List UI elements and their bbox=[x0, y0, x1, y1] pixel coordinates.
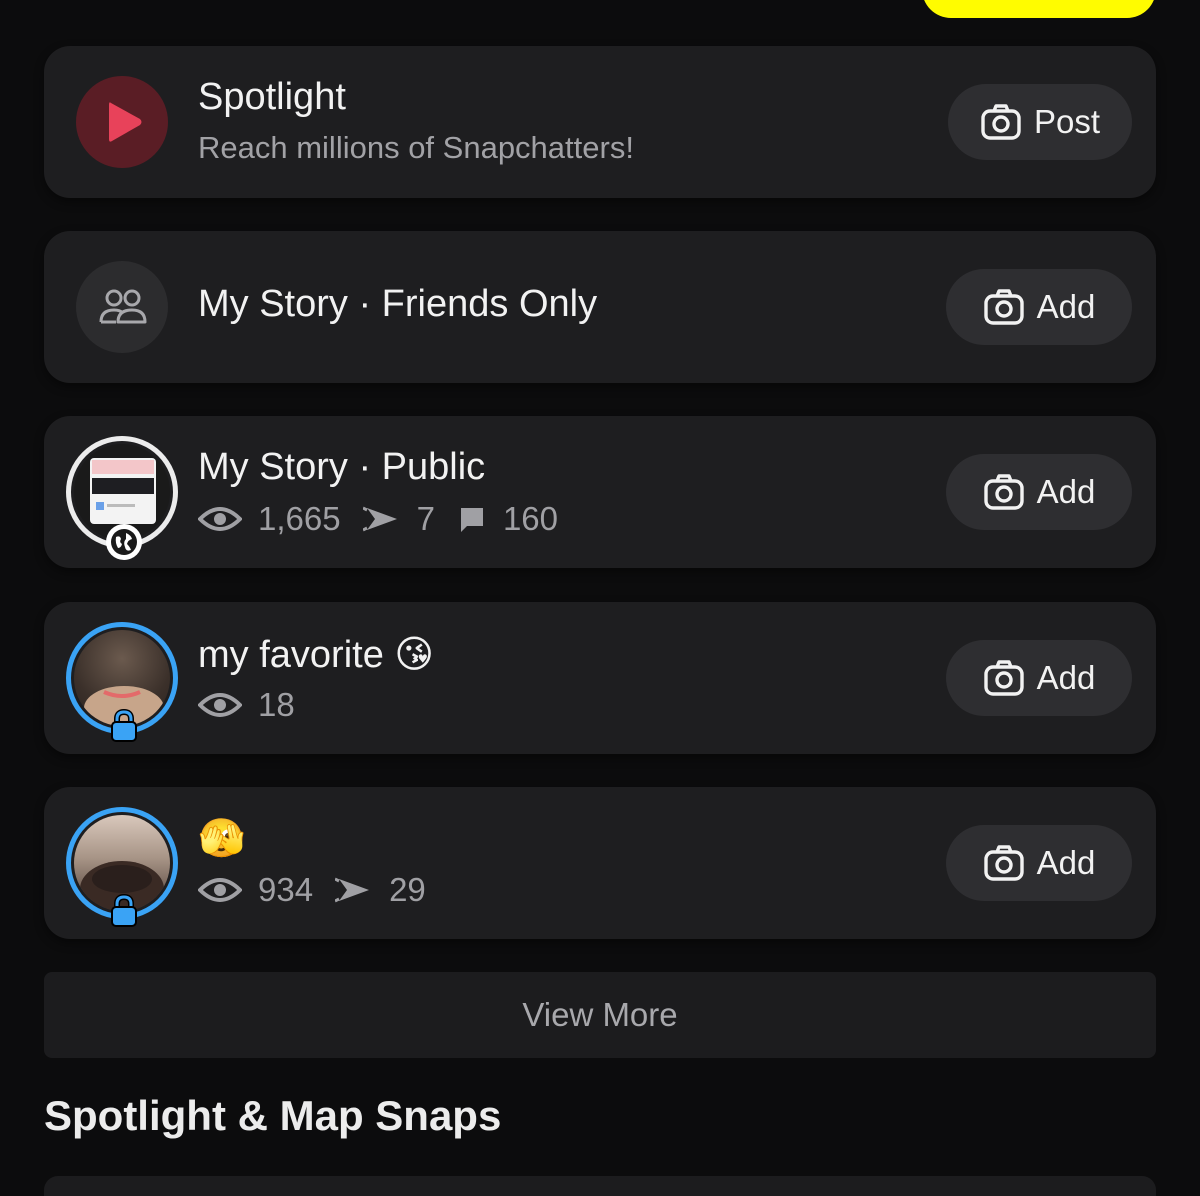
story-title: My Story · Friends Only bbox=[198, 283, 598, 325]
screenshot-count: 29 bbox=[389, 871, 426, 908]
add-button[interactable]: Add bbox=[946, 825, 1132, 901]
screenshot-icon bbox=[362, 506, 397, 532]
story-stats: 934 29 bbox=[198, 871, 448, 909]
screenshot-icon bbox=[335, 877, 370, 903]
lock-badge bbox=[106, 893, 142, 929]
top-yellow-button[interactable] bbox=[922, 0, 1156, 18]
globe-icon bbox=[111, 529, 137, 555]
add-button-label: Add bbox=[1036, 473, 1096, 510]
story-stats: 1,665 7 160 bbox=[198, 500, 580, 538]
story-title: my favorite 😘 bbox=[198, 634, 434, 676]
eye-icon bbox=[198, 507, 242, 531]
story-card-friends-only[interactable]: My Story · Friends Only Add bbox=[44, 231, 1156, 383]
friends-icon bbox=[99, 289, 147, 324]
globe-badge bbox=[106, 524, 142, 560]
story-title: My Story · Public bbox=[198, 446, 486, 488]
section-title: Spotlight & Map Snaps bbox=[44, 1092, 502, 1139]
add-button-label: Add bbox=[1036, 659, 1096, 696]
story-stats: 18 bbox=[198, 686, 317, 724]
story-title: 🫣 bbox=[198, 818, 246, 860]
post-button[interactable]: Post bbox=[948, 84, 1132, 160]
camera-icon bbox=[983, 289, 1024, 325]
post-button-label: Post bbox=[1033, 103, 1101, 140]
view-count: 934 bbox=[258, 871, 314, 908]
add-button-label: Add bbox=[1036, 288, 1096, 325]
lock-icon bbox=[111, 894, 137, 927]
play-icon bbox=[109, 102, 142, 142]
view-count: 18 bbox=[258, 686, 295, 723]
camera-icon bbox=[981, 104, 1021, 140]
view-more-button[interactable]: View More bbox=[44, 972, 1156, 1058]
add-button[interactable]: Add bbox=[946, 454, 1132, 530]
story-card-public[interactable]: My Story · Public 1,665 7 160 Add bbox=[44, 416, 1156, 568]
camera-icon bbox=[983, 845, 1024, 881]
friends-avatar bbox=[76, 261, 168, 353]
spotlight-card[interactable]: Spotlight Reach millions of Snapchatters… bbox=[44, 46, 1156, 198]
story-card-private[interactable]: 🫣 934 29 Add bbox=[44, 787, 1156, 939]
view-count: 1,665 bbox=[258, 500, 341, 537]
eye-icon bbox=[198, 693, 242, 717]
lock-badge bbox=[106, 708, 142, 744]
screenshot-count: 7 bbox=[416, 500, 435, 537]
camera-icon bbox=[983, 660, 1024, 696]
add-button-label: Add bbox=[1036, 844, 1096, 881]
spotlight-title: Spotlight bbox=[198, 76, 346, 118]
camera-icon bbox=[983, 474, 1024, 510]
spotlight-subtitle: Reach millions of Snapchatters! bbox=[198, 130, 634, 165]
add-button[interactable]: Add bbox=[946, 269, 1132, 345]
spotlight-avatar bbox=[76, 76, 168, 168]
reply-count: 160 bbox=[502, 500, 559, 537]
reply-icon bbox=[460, 508, 483, 532]
next-card-edge bbox=[44, 1176, 1156, 1196]
story-card-my-favorite[interactable]: my favorite 😘 18 Add bbox=[44, 602, 1156, 754]
lock-icon bbox=[111, 709, 137, 742]
add-button[interactable]: Add bbox=[946, 640, 1132, 716]
eye-icon bbox=[198, 878, 242, 902]
